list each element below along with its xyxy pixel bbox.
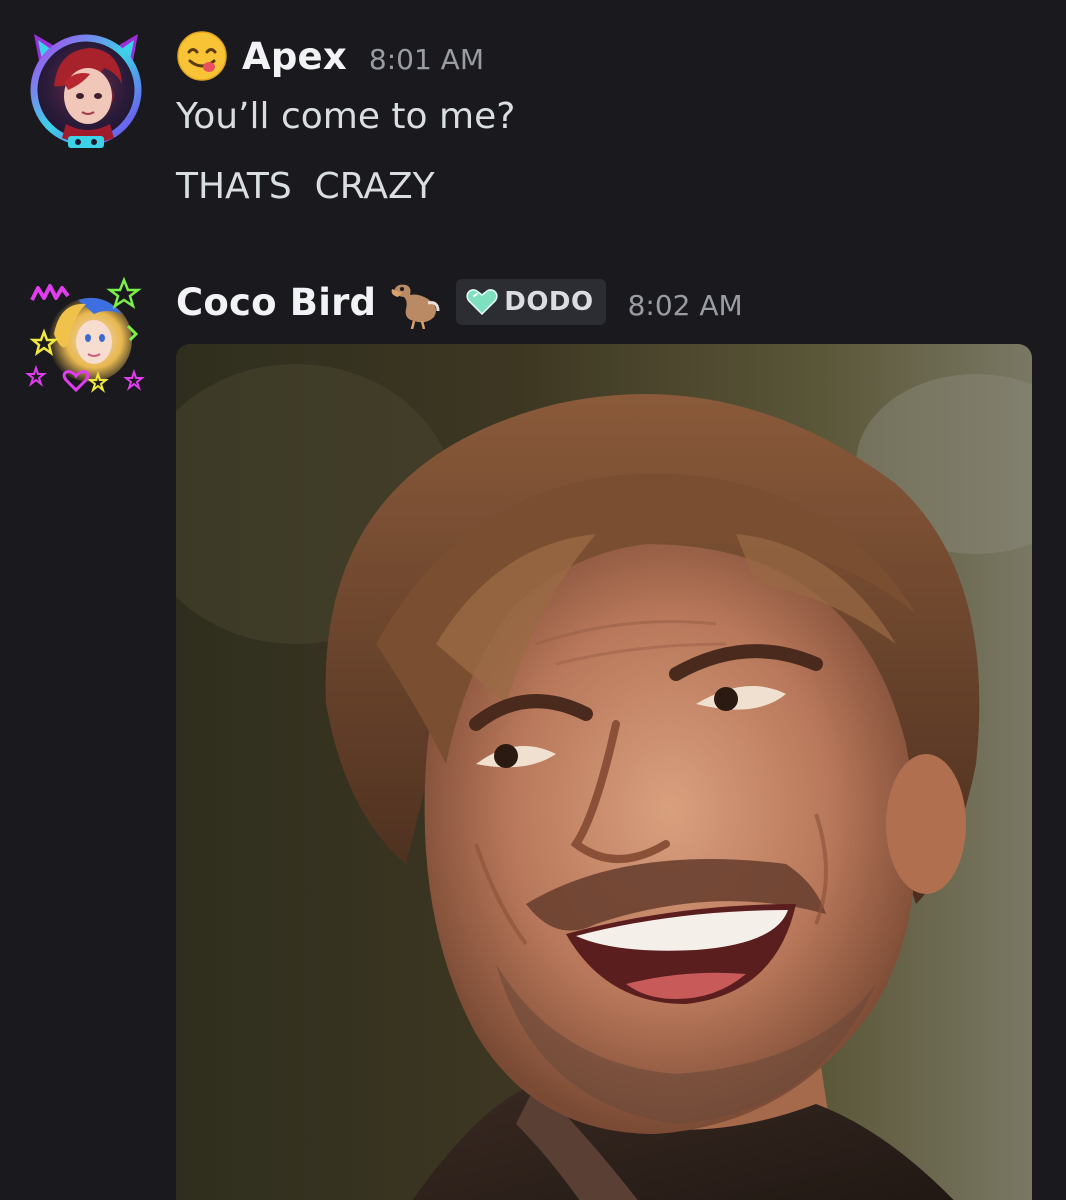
timestamp-apex: 8:01 AM	[368, 42, 484, 76]
message-header-apex: Apex 8:01 AM	[176, 26, 484, 86]
avatar-coco-bird[interactable]	[24, 274, 148, 398]
role-tag[interactable]: DODO	[456, 279, 606, 325]
timestamp-coco-bird: 8:02 AM	[627, 288, 743, 322]
role-tag-label: DODO	[504, 287, 594, 317]
message-text-line: You’ll come to me?	[176, 96, 516, 137]
image-attachment[interactable]	[176, 344, 1032, 1200]
username-apex[interactable]: Apex	[242, 35, 347, 78]
message-text-line: THATS CRAZY	[176, 166, 435, 207]
avatar-apex-art	[30, 34, 142, 148]
avatar-apex[interactable]	[24, 26, 148, 150]
yum-face-emoji-icon	[177, 31, 227, 81]
message-header-coco-bird: Coco Bird DODO 8:02 AM	[176, 272, 743, 332]
avatar-coco-bird-art	[25, 276, 145, 393]
message-apex: Apex 8:01 AM You’ll come to me? THATS CR…	[0, 0, 1066, 240]
teal-heart-icon	[466, 289, 498, 316]
dodo-bird-emoji-icon	[391, 284, 440, 329]
username-coco-bird[interactable]: Coco Bird	[176, 281, 376, 324]
smiling-man-image	[176, 344, 1032, 1200]
chat-message-list: Apex 8:01 AM You’ll come to me? THATS CR…	[0, 0, 1066, 1200]
message-coco-bird: Coco Bird DODO 8:02 AM	[0, 260, 1066, 1200]
